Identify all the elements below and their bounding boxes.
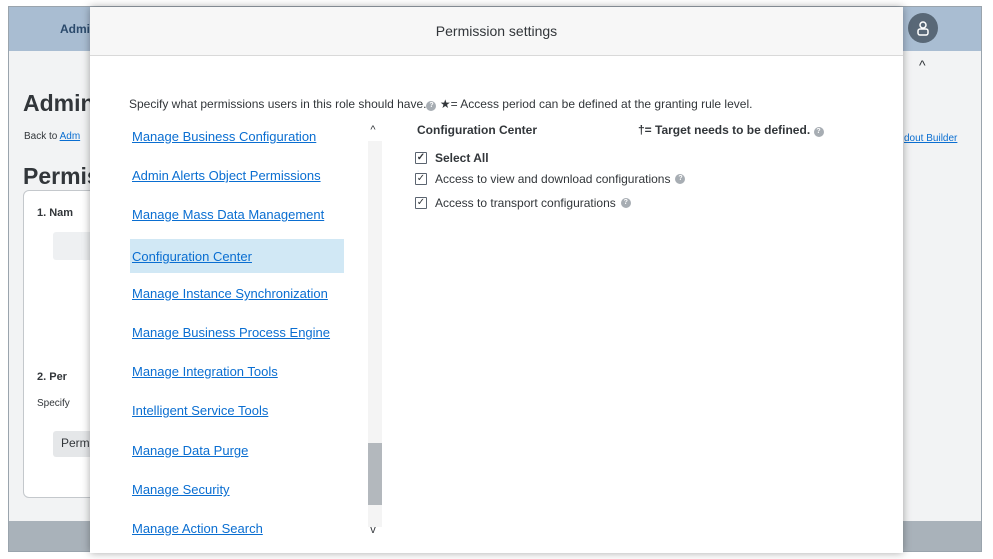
list-item-manage-mass-data-management[interactable]: Manage Mass Data Management bbox=[130, 197, 344, 231]
access-period-note: ★= Access period can be defined at the g… bbox=[439, 97, 753, 111]
list-item-configuration-center[interactable]: Configuration Center bbox=[130, 239, 344, 273]
list-item-admin-alerts-object-permissions[interactable]: Admin Alerts Object Permissions bbox=[130, 158, 344, 192]
step-1-label: 1. Nam bbox=[37, 207, 74, 219]
collapse-chevron-icon[interactable]: ^ bbox=[919, 57, 926, 73]
select-all-label: Select All bbox=[435, 151, 489, 165]
list-item-manage-data-purge[interactable]: Manage Data Purge bbox=[130, 433, 344, 467]
list-item-manage-security[interactable]: Manage Security bbox=[130, 472, 344, 506]
app-header-title[interactable]: Admi bbox=[60, 22, 90, 36]
info-icon[interactable]: ? bbox=[813, 127, 824, 137]
list-item-manage-instance-synchronization[interactable]: Manage Instance Synchronization bbox=[130, 276, 344, 310]
breadcrumb-prefix: Back to bbox=[24, 131, 58, 142]
permission-category-list: Manage Business Configuration Admin Aler… bbox=[130, 119, 388, 553]
intro-description: Specify what permissions users in this r… bbox=[129, 97, 427, 111]
info-icon[interactable]: ? bbox=[426, 101, 437, 111]
intro-text: Specify what permissions users in this r… bbox=[129, 97, 752, 111]
back-link[interactable]: Adm bbox=[60, 131, 81, 142]
page-title: Admin bbox=[23, 90, 95, 116]
user-icon bbox=[917, 21, 929, 36]
target-note: †= Target needs to be defined. ? bbox=[638, 123, 824, 137]
permission-row-view-download[interactable]: ✓ Access to view and download configurat… bbox=[415, 172, 686, 186]
permission-row-transport[interactable]: ✓ Access to transport configurations ? bbox=[415, 196, 631, 210]
list-item-manage-business-process-engine[interactable]: Manage Business Process Engine bbox=[130, 315, 344, 349]
select-all-row[interactable]: ✓ Select All bbox=[415, 151, 489, 165]
section-title: Permis bbox=[23, 163, 100, 189]
builder-link[interactable]: dout Builder bbox=[904, 133, 957, 144]
info-icon[interactable]: ? bbox=[620, 198, 631, 208]
user-avatar[interactable] bbox=[908, 13, 938, 43]
list-item-manage-action-search[interactable]: Manage Action Search bbox=[130, 511, 344, 545]
list-scrollbar[interactable]: ^ v bbox=[366, 123, 382, 543]
scroll-thumb[interactable] bbox=[368, 443, 382, 505]
dialog-header: Permission settings bbox=[90, 7, 903, 56]
permission-checkbox[interactable]: ✓ bbox=[415, 173, 427, 185]
step-2-description: Specify bbox=[37, 398, 70, 409]
select-all-checkbox[interactable]: ✓ bbox=[415, 152, 427, 164]
list-item-manage-business-configuration[interactable]: Manage Business Configuration bbox=[130, 119, 344, 153]
permission-checkbox[interactable]: ✓ bbox=[415, 197, 427, 209]
scroll-down-icon[interactable]: v bbox=[366, 523, 380, 537]
info-icon[interactable]: ? bbox=[675, 174, 686, 184]
panel-title: Configuration Center bbox=[417, 123, 537, 137]
step-2-label: 2. Per bbox=[37, 371, 67, 383]
permission-label: Access to transport configurations bbox=[435, 196, 616, 210]
permission-label: Access to view and download configuratio… bbox=[435, 172, 671, 186]
breadcrumb: Back to Adm bbox=[24, 131, 80, 142]
scroll-up-icon[interactable]: ^ bbox=[366, 123, 380, 137]
list-item-manage-integration-tools[interactable]: Manage Integration Tools bbox=[130, 354, 344, 388]
target-note-text: †= Target needs to be defined. bbox=[638, 123, 811, 137]
list-item-intelligent-service-tools[interactable]: Intelligent Service Tools bbox=[130, 393, 344, 427]
dialog-title: Permission settings bbox=[435, 23, 558, 39]
permission-settings-dialog: Permission settings Specify what permiss… bbox=[90, 7, 903, 553]
